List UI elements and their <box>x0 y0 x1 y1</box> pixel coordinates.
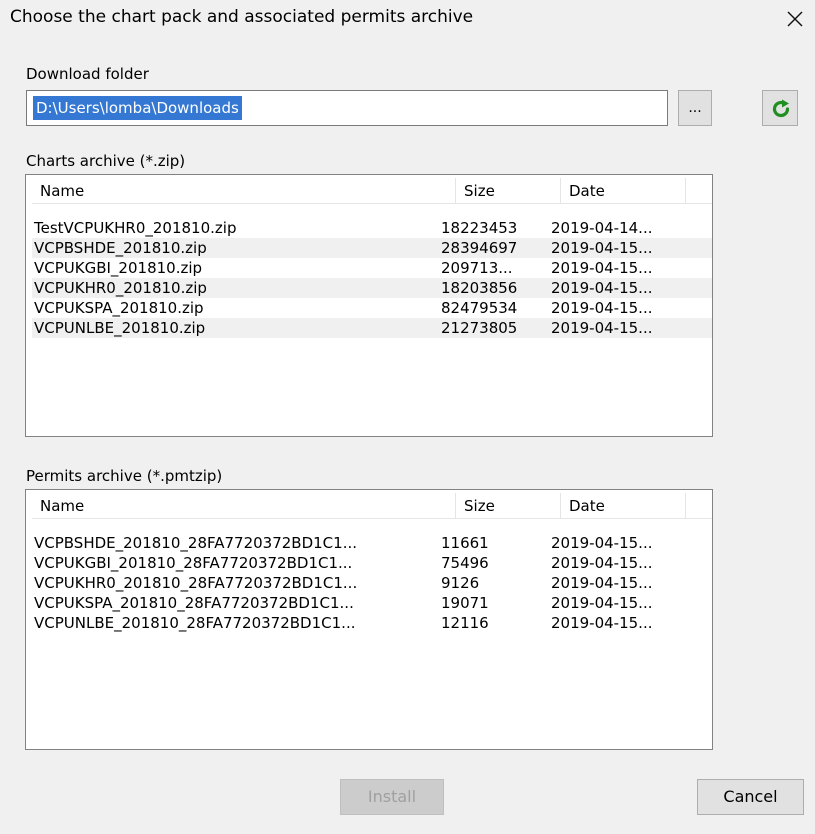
row-size: 18203856 <box>441 279 518 297</box>
row-name: VCPBSHDE_201810_28FA7720372BD1C1... <box>34 534 358 552</box>
permits-column-filler <box>686 493 712 519</box>
refresh-icon <box>772 99 790 118</box>
charts-column-name[interactable]: Name <box>32 178 456 204</box>
window-title: Choose the chart pack and associated per… <box>10 7 474 27</box>
row-size: 18223453 <box>441 219 518 237</box>
row-date: 2019-04-15... <box>551 259 653 277</box>
row-size: 21273805 <box>441 319 518 337</box>
cancel-button[interactable]: Cancel <box>697 779 804 815</box>
row-date: 2019-04-15... <box>551 614 653 632</box>
table-row[interactable]: VCPUKGBI_201810_28FA7720372BD1C1... 7549… <box>32 553 712 573</box>
table-row[interactable]: TestVCPUKHR0_201810.zip 18223453 2019-04… <box>32 218 712 238</box>
table-row[interactable]: VCPUKGBI_201810.zip 209713... 2019-04-15… <box>32 258 712 278</box>
row-size: 82479534 <box>441 299 518 317</box>
row-name: VCPUKGBI_201810_28FA7720372BD1C1... <box>34 554 353 572</box>
row-name: VCPUKSPA_201810.zip <box>34 299 204 317</box>
refresh-button[interactable] <box>762 90 798 126</box>
table-row[interactable]: VCPUKSPA_201810.zip 82479534 2019-04-15.… <box>32 298 712 318</box>
row-date: 2019-04-15... <box>551 574 653 592</box>
permits-archive-label: Permits archive (*.pmtzip) <box>26 467 223 485</box>
charts-column-filler <box>686 178 712 204</box>
row-date: 2019-04-15... <box>551 299 653 317</box>
row-name: VCPUKHR0_201810_28FA7720372BD1C1... <box>34 574 358 592</box>
row-size: 11661 <box>441 534 489 552</box>
table-row[interactable]: VCPUNLBE_201810.zip 21273805 2019-04-15.… <box>32 318 712 338</box>
charts-archive-label: Charts archive (*.zip) <box>26 152 186 170</box>
permits-list[interactable]: Name Size Date VCPBSHDE_201810_28FA77203… <box>25 489 713 750</box>
row-size: 209713... <box>441 259 513 277</box>
close-button[interactable] <box>778 2 812 36</box>
row-name: VCPUKHR0_201810.zip <box>34 279 207 297</box>
row-date: 2019-04-15... <box>551 534 653 552</box>
table-row[interactable]: VCPBSHDE_201810.zip 28394697 2019-04-15.… <box>32 238 712 258</box>
row-name: VCPBSHDE_201810.zip <box>34 239 207 257</box>
row-date: 2019-04-15... <box>551 554 653 572</box>
close-icon <box>787 11 803 27</box>
row-name: VCPUKGBI_201810.zip <box>34 259 203 277</box>
charts-column-size[interactable]: Size <box>456 178 561 204</box>
install-button[interactable]: Install <box>340 779 444 815</box>
download-folder-input[interactable]: D:\Users\lomba\Downloads <box>26 90 668 126</box>
row-date: 2019-04-15... <box>551 239 653 257</box>
charts-column-date[interactable]: Date <box>561 178 686 204</box>
row-date: 2019-04-15... <box>551 594 653 612</box>
row-name: TestVCPUKHR0_201810.zip <box>34 219 237 237</box>
permits-list-header: Name Size Date <box>26 490 712 520</box>
table-row[interactable]: VCPBSHDE_201810_28FA7720372BD1C1... 1166… <box>32 533 712 553</box>
row-size: 19071 <box>441 594 489 612</box>
row-date: 2019-04-14... <box>551 219 653 237</box>
table-row[interactable]: VCPUKSPA_201810_28FA7720372BD1C1... 1907… <box>32 593 712 613</box>
row-size: 12116 <box>441 614 489 632</box>
row-size: 75496 <box>441 554 489 572</box>
row-name: VCPUNLBE_201810_28FA7720372BD1C1... <box>34 614 356 632</box>
row-date: 2019-04-15... <box>551 319 653 337</box>
browse-button[interactable]: ... <box>678 90 712 126</box>
row-name: VCPUNLBE_201810.zip <box>34 319 206 337</box>
charts-list[interactable]: Name Size Date TestVCPUKHR0_201810.zip 1… <box>25 174 713 437</box>
permits-column-date[interactable]: Date <box>561 493 686 519</box>
row-size: 9126 <box>441 574 480 592</box>
row-date: 2019-04-15... <box>551 279 653 297</box>
table-row[interactable]: VCPUKHR0_201810_28FA7720372BD1C1... 9126… <box>32 573 712 593</box>
permits-column-name[interactable]: Name <box>32 493 456 519</box>
table-row[interactable]: VCPUKHR0_201810.zip 18203856 2019-04-15.… <box>32 278 712 298</box>
row-name: VCPUKSPA_201810_28FA7720372BD1C1... <box>34 594 354 612</box>
permits-column-size[interactable]: Size <box>456 493 561 519</box>
download-folder-label: Download folder <box>26 65 149 83</box>
table-row[interactable]: VCPUNLBE_201810_28FA7720372BD1C1... 1211… <box>32 613 712 633</box>
download-folder-value: D:\Users\lomba\Downloads <box>33 96 242 120</box>
row-size: 28394697 <box>441 239 518 257</box>
charts-list-header: Name Size Date <box>26 175 712 205</box>
